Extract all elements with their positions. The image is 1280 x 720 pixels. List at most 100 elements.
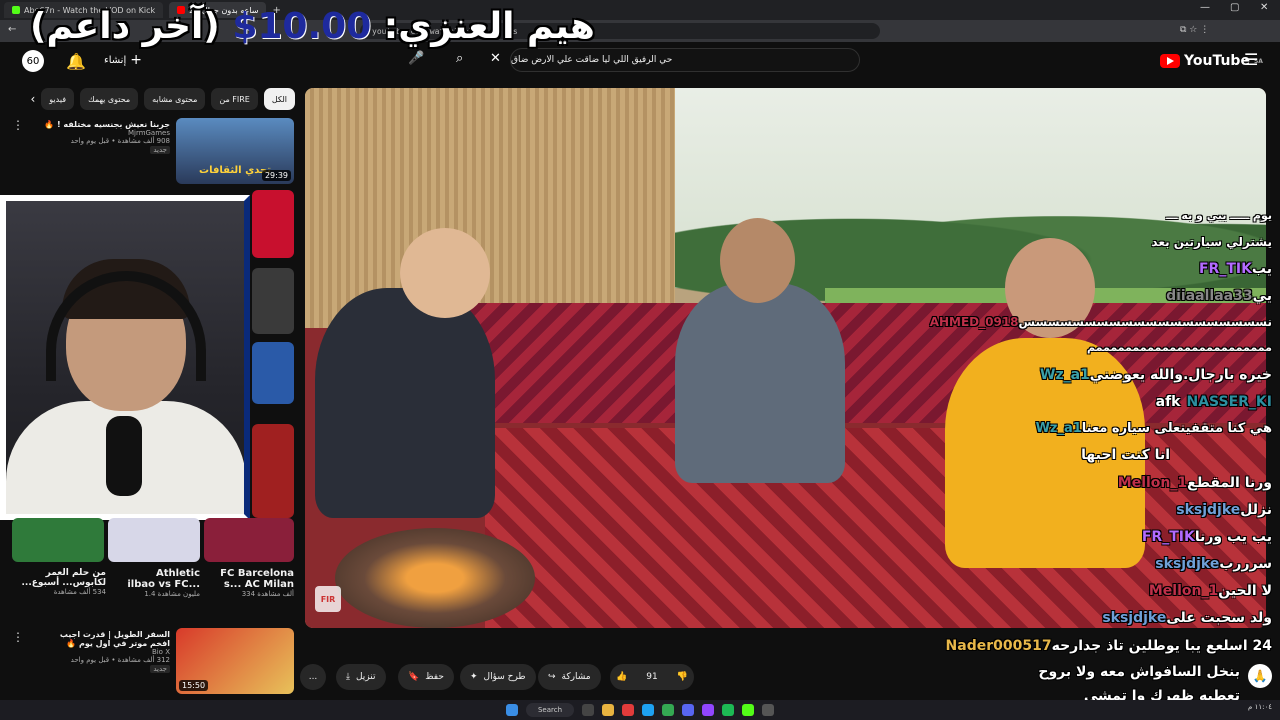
more-options-icon[interactable]: ⋮	[12, 630, 24, 644]
recommendation-meta: 908 ألف مشاهدة • قبل يوم واحد	[70, 137, 170, 145]
recommendation-channel: Bio X	[151, 648, 170, 656]
chrome-icon[interactable]	[662, 704, 674, 716]
kick-icon	[12, 6, 20, 14]
side-thumbnail[interactable]	[252, 342, 294, 404]
chat-username: diiaallaa33	[1166, 288, 1253, 304]
short-title: Athletic	[156, 568, 200, 579]
taskbar-search[interactable]: Search	[526, 703, 574, 717]
chip-interest[interactable]: محتوى يهمك	[80, 88, 139, 110]
chat-message: يشترلي سيارتين بعد	[1151, 235, 1272, 249]
chat-message: يي	[1252, 288, 1272, 304]
filter-chips: الكل من FIRE محتوى مشابه محتوى يهمك فيدي…	[20, 88, 295, 110]
taskbar-search-label: Search	[537, 706, 563, 714]
short-title: ilbao vs FC...	[127, 579, 200, 590]
system-clock: ١١:٠٤ م	[1248, 703, 1272, 711]
maximize-icon[interactable]: ▢	[1230, 2, 1239, 13]
recommendation-item[interactable]: السفر الطويل | قدرت اجيب افخم موتر في او…	[40, 630, 170, 673]
chat-message: هي كنا متقفينعلى سياره معنا	[1081, 421, 1272, 436]
new-badge: جديد	[150, 665, 170, 673]
save-button[interactable]: حفظ 🔖	[398, 664, 454, 690]
minimize-icon[interactable]: —	[1200, 2, 1210, 13]
spotify-icon[interactable]	[722, 704, 734, 716]
notifications-bell-icon[interactable]: 🔔	[66, 52, 86, 71]
twitch-icon[interactable]	[702, 704, 714, 716]
recommendation-title: السفر الطويل | قدرت اجيب افخم موتر في او…	[59, 630, 170, 648]
chip-video[interactable]: فيديو	[41, 88, 75, 110]
share-button[interactable]: مشاركة ↪	[538, 664, 601, 690]
ask-label: طرح سؤال	[483, 672, 526, 682]
chip-all[interactable]: الكل	[263, 88, 295, 110]
short-item[interactable]: من حلم العمر لكابوس... أسبوع... 534 ألف …	[20, 568, 106, 596]
short-thumbnail[interactable]	[12, 518, 104, 562]
like-icon[interactable]: 👍	[616, 672, 627, 682]
recommendation-channel: MjrmGames	[127, 129, 170, 137]
chat-username: FR_TIK	[1198, 261, 1252, 277]
like-dislike-group: 👎 91 👍	[610, 664, 694, 690]
chip-similar[interactable]: محتوى مشابه	[144, 88, 206, 110]
back-icon[interactable]: ←	[8, 24, 16, 35]
recommendation-thumbnail[interactable]: 15:50	[176, 628, 294, 694]
side-thumbnail[interactable]	[252, 190, 294, 258]
start-icon[interactable]	[506, 704, 518, 716]
short-thumbnail[interactable]	[204, 518, 294, 562]
chat-message: خيره بارجال.والله يعوضني	[1089, 367, 1272, 383]
short-views: 534 ألف مشاهدة	[53, 588, 106, 596]
discord-icon[interactable]	[682, 704, 694, 716]
chat-username: Wz_a1	[1040, 367, 1090, 383]
chat-message: بنخل السافواش معه ولا بروح	[1038, 664, 1240, 680]
chip-from-fire[interactable]: من FIRE	[211, 88, 258, 110]
share-icon: ↪	[548, 672, 556, 682]
taskview-icon[interactable]	[582, 704, 594, 716]
chat-message: يب	[1251, 261, 1272, 277]
chat-message: يب يب ورنا	[1194, 529, 1272, 545]
chat-message: ولد سحبت على	[1166, 610, 1272, 626]
recommendation-thumbnail[interactable]: تحدي الثقافات 29:39	[176, 118, 294, 184]
close-window-icon[interactable]: ✕	[1260, 2, 1268, 13]
chat-username: Mellon_1	[1148, 583, 1219, 599]
short-thumbnail[interactable]	[108, 518, 200, 562]
short-title: من حلم العمر	[45, 568, 106, 578]
dislike-icon[interactable]: 👎	[676, 672, 687, 682]
more-options-icon[interactable]: ⋮	[12, 118, 24, 132]
download-button[interactable]: تنزيل ⤓	[336, 664, 386, 690]
menu-icon[interactable]: ☰	[1244, 50, 1258, 69]
file-explorer-icon[interactable]	[602, 704, 614, 716]
channel-watermark: FIR	[315, 586, 341, 612]
recommendation-meta: 312 ألف مشاهدة • قبل يوم واحد	[70, 656, 170, 664]
donation-amount: 10.00$	[232, 6, 372, 47]
short-item[interactable]: FC Barcelona s... AC Milan 334 ألف مشاهد…	[204, 568, 294, 598]
extensions-icon[interactable]: ⧉ ☆ ⋮	[1180, 25, 1209, 35]
kick-icon[interactable]	[742, 704, 754, 716]
chips-scroll-left-icon[interactable]: ‹	[30, 92, 35, 106]
search-input[interactable]: حي الرفيق اللي ليا ضاقت علي الارض ضاق	[510, 48, 860, 72]
plus-icon: +	[130, 52, 142, 68]
streamer-webcam	[0, 195, 250, 520]
chat-message: afk	[1155, 394, 1181, 410]
recommendation-item[interactable]: جربنا نعيش بجنسيه مختلفه ! 🔥 MjrmGames 9…	[40, 120, 170, 154]
browser-icon[interactable]	[622, 704, 634, 716]
chat-username: sksjdjke	[1155, 556, 1220, 572]
ask-question-button[interactable]: طرح سؤال ✦	[460, 664, 536, 690]
side-thumbnail[interactable]	[252, 268, 294, 334]
obs-icon[interactable]	[762, 704, 774, 716]
chat-username: sksjdjke	[1176, 502, 1241, 518]
chat-message: سرررب	[1219, 556, 1272, 572]
short-item[interactable]: Athletic ilbao vs FC... 1.4 مليون مشاهدة	[118, 568, 200, 598]
donation-note: (آخر داعم)	[30, 6, 220, 47]
create-button[interactable]: إنشاء +	[104, 52, 142, 68]
sparkle-icon: ✦	[470, 672, 478, 682]
chat-username: NASSER_KI	[1186, 394, 1273, 410]
edge-icon[interactable]	[642, 704, 654, 716]
side-thumbnail[interactable]	[252, 424, 294, 518]
clear-search-icon[interactable]: ✕	[490, 51, 501, 66]
search-icon[interactable]: ⌕	[456, 51, 463, 66]
avatar[interactable]: 60	[22, 50, 44, 72]
save-label: حفظ	[425, 672, 444, 682]
youtube-play-icon	[1160, 54, 1180, 68]
chat-message: نسسسسسسسسسسسسسسسسسسسس	[1018, 315, 1272, 329]
donation-overlay: هيم العنزي: 10.00$ (آخر داعم)	[30, 6, 595, 47]
donation-name: هيم العنزي:	[383, 6, 595, 47]
voice-search-icon[interactable]: 🎤	[408, 51, 424, 66]
more-actions-button[interactable]: ...	[300, 664, 326, 690]
chat-message: ورنا المقطع	[1187, 475, 1272, 491]
